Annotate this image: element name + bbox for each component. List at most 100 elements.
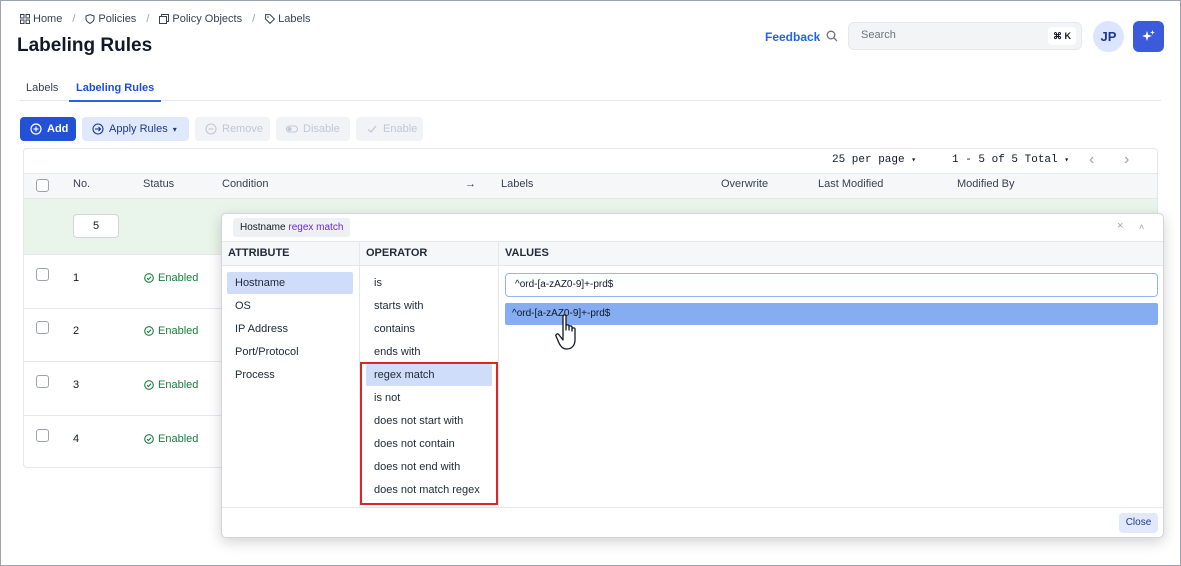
chevron-down-icon: ▾ [1064, 156, 1070, 165]
attribute-option-port-protocol[interactable]: Port/Protocol [227, 341, 353, 363]
chevron-down-icon: ▾ [911, 156, 917, 165]
disable-button-label: Disable [303, 123, 340, 135]
row-number: 1 [73, 272, 80, 284]
page-range-label: 1 - 5 of 5 Total [952, 154, 1058, 166]
value-suggestion[interactable]: ^ord-[a-zAZ0-9]+-prd$ [505, 303, 1158, 325]
apply-arrow-icon [92, 123, 104, 135]
row-checkbox[interactable] [36, 321, 49, 334]
remove-button[interactable]: Remove [195, 117, 270, 141]
page-title: Labeling Rules [17, 35, 153, 56]
grid-icon [20, 14, 30, 24]
breadcrumb-home-label: Home [33, 13, 63, 25]
column-header-condition[interactable]: Condition [222, 178, 268, 190]
operator-option-starts-with[interactable]: starts with [366, 295, 492, 317]
column-header-last-modified[interactable]: Last Modified [818, 178, 883, 190]
column-divider [498, 241, 499, 507]
copy-icon [159, 14, 170, 24]
status-label: Enabled [158, 272, 199, 284]
tab-labels[interactable]: Labels [26, 82, 58, 100]
condition-chip[interactable]: Hostname regex match [233, 218, 351, 237]
apply-rules-label: Apply Rules [109, 123, 168, 135]
user-avatar[interactable]: JP [1093, 21, 1124, 52]
column-header-no[interactable]: No. [73, 178, 90, 190]
attribute-option-hostname[interactable]: Hostname [227, 272, 353, 294]
chevron-down-icon: ▾ [172, 124, 177, 134]
column-header-status[interactable]: Status [143, 178, 174, 190]
search-shortcut-badge: ⌘ K [1048, 27, 1076, 45]
collapse-icon[interactable]: ˄ [1139, 222, 1144, 232]
status-badge: Enabled [144, 379, 198, 391]
operator-option-contains[interactable]: contains [366, 318, 492, 340]
breadcrumb-policies-label: Policies [98, 13, 137, 25]
apply-rules-button[interactable]: Apply Rules ▾ [82, 117, 189, 141]
popover-column-header [222, 241, 1163, 266]
rule-number-input[interactable]: 5 [73, 214, 119, 238]
row-checkbox[interactable] [36, 375, 49, 388]
feedback-link[interactable]: Feedback [765, 30, 820, 44]
status-badge: Enabled [144, 272, 198, 284]
column-header-labels[interactable]: Labels [501, 178, 533, 190]
attribute-option-ip-address[interactable]: IP Address [227, 318, 353, 340]
breadcrumb-policies[interactable]: Policies [85, 13, 136, 25]
operator-option-is[interactable]: is [366, 272, 492, 294]
sparkle-icon [1142, 30, 1155, 41]
hand-pointer-icon [555, 314, 576, 350]
operator-option-ends-with[interactable]: ends with [366, 341, 492, 363]
prev-page-button[interactable]: ‹ [1089, 151, 1094, 169]
remove-button-label: Remove [222, 123, 263, 135]
row-checkbox[interactable] [36, 429, 49, 442]
page-range-select[interactable]: 1 - 5 of 5 Total ▾ [952, 154, 1069, 166]
enable-button-label: Enable [383, 123, 418, 135]
select-all-checkbox[interactable] [36, 179, 49, 192]
check-icon [367, 125, 377, 133]
per-page-select[interactable]: 25 per page ▾ [832, 154, 916, 166]
row-checkbox[interactable] [36, 268, 49, 281]
enable-button[interactable]: Enable [356, 117, 423, 141]
breadcrumb-labels[interactable]: Labels [265, 13, 311, 25]
value-input[interactable]: ^ord-[a-zAZ0-9]+-prd$ [505, 273, 1158, 297]
breadcrumb: Home / Policies / Policy Objects / Label… [20, 13, 311, 25]
row-number: 4 [73, 433, 80, 445]
column-header-overwrite[interactable]: Overwrite [721, 178, 768, 190]
breadcrumb-policy-objects[interactable]: Policy Objects [159, 13, 242, 25]
row-number: 3 [73, 379, 80, 391]
breadcrumb-labels-label: Labels [278, 13, 311, 25]
status-badge: Enabled [144, 433, 198, 445]
add-button-label: Add [47, 123, 69, 135]
breadcrumb-separator: / [146, 13, 150, 25]
close-button[interactable]: Close [1119, 513, 1158, 533]
values-column-title: VALUES [505, 247, 549, 259]
status-label: Enabled [158, 325, 199, 337]
clear-condition-icon[interactable]: × [1117, 220, 1123, 232]
status-badge: Enabled [144, 325, 198, 337]
column-header-modified-by[interactable]: Modified By [957, 178, 1014, 190]
row-divider [24, 254, 221, 255]
disable-button[interactable]: Disable [276, 117, 350, 141]
breadcrumb-separator: / [252, 13, 256, 25]
breadcrumb-home[interactable]: Home [20, 13, 62, 25]
tab-labeling-rules[interactable]: Labeling Rules [69, 82, 162, 102]
search-box[interactable]: ⌘ K [848, 22, 1082, 50]
plus-circle-icon [30, 123, 42, 135]
per-page-label: 25 per page [832, 154, 905, 166]
check-circle-icon [144, 434, 154, 444]
status-label: Enabled [158, 433, 199, 445]
check-circle-icon [144, 380, 154, 390]
search-input[interactable] [861, 29, 1031, 41]
check-circle-icon [144, 273, 154, 283]
add-button[interactable]: Add [20, 117, 76, 141]
assistant-button[interactable] [1133, 21, 1164, 52]
status-label: Enabled [158, 379, 199, 391]
search-icon[interactable] [826, 30, 838, 42]
check-circle-icon [144, 326, 154, 336]
operator-column-title: OPERATOR [366, 247, 428, 259]
breadcrumb-separator: / [72, 13, 76, 25]
popover-footer-divider [222, 507, 1163, 508]
attribute-option-os[interactable]: OS [227, 295, 353, 317]
toggle-off-icon [286, 125, 298, 133]
next-page-button[interactable]: › [1124, 151, 1129, 169]
row-number: 2 [73, 325, 80, 337]
attribute-option-process[interactable]: Process [227, 364, 353, 386]
breadcrumb-policy-objects-label: Policy Objects [172, 13, 243, 25]
chip-attribute: Hostname [240, 222, 286, 233]
